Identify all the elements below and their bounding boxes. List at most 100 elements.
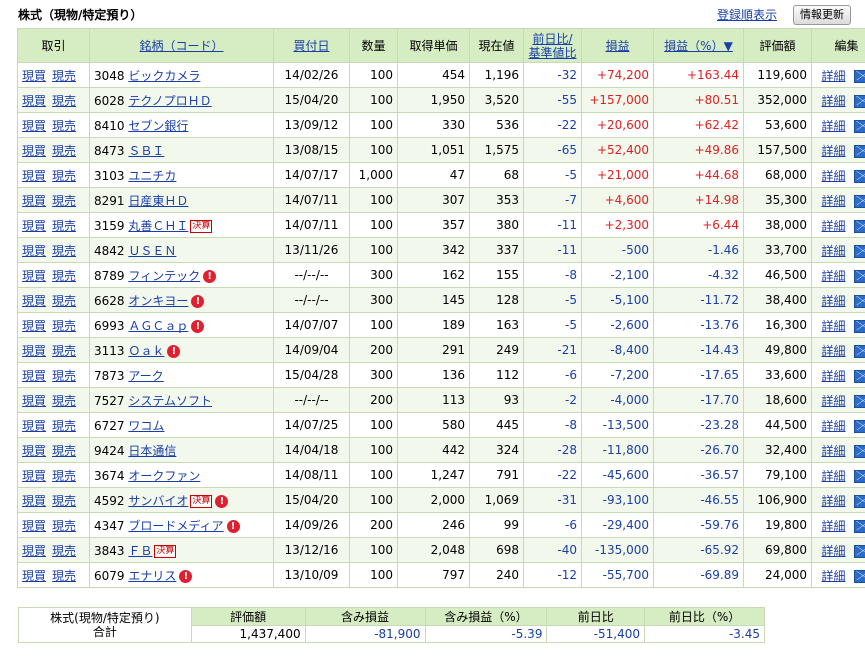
- alert-icon[interactable]: !: [191, 294, 205, 308]
- sort-order-link[interactable]: 登録順表示: [717, 6, 777, 23]
- sell-link[interactable]: 現売: [52, 244, 76, 258]
- buy-link[interactable]: 現買: [22, 294, 46, 308]
- buy-link[interactable]: 現買: [22, 369, 46, 383]
- buy-link[interactable]: 現買: [22, 69, 46, 83]
- col-change-header-line1[interactable]: 前日比/: [532, 32, 572, 46]
- stock-name-link[interactable]: フィンテック: [128, 269, 200, 283]
- alert-icon[interactable]: !: [226, 519, 240, 533]
- stock-name-link[interactable]: オンキヨー: [128, 294, 188, 308]
- buy-link[interactable]: 現買: [22, 544, 46, 558]
- detail-link[interactable]: 詳細: [821, 544, 845, 558]
- buy-link[interactable]: 現買: [22, 569, 46, 583]
- stock-name-link[interactable]: Ｏａｋ: [128, 344, 164, 358]
- col-pl-header[interactable]: 損益: [581, 28, 654, 63]
- detail-link[interactable]: 詳細: [821, 194, 845, 208]
- mail-icon[interactable]: [853, 519, 865, 533]
- sell-link[interactable]: 現売: [52, 219, 76, 233]
- detail-link[interactable]: 詳細: [821, 119, 845, 133]
- mail-icon[interactable]: [853, 419, 865, 433]
- stock-name-link[interactable]: ＳＢＩ: [128, 144, 164, 158]
- buy-link[interactable]: 現買: [22, 94, 46, 108]
- mail-icon[interactable]: [853, 69, 865, 83]
- sell-link[interactable]: 現売: [52, 194, 76, 208]
- mail-icon[interactable]: [853, 169, 865, 183]
- stock-name-link[interactable]: サンバイオ: [128, 494, 188, 508]
- mail-icon[interactable]: [853, 219, 865, 233]
- stock-name-link[interactable]: ブロードメディア: [128, 519, 223, 533]
- buy-link[interactable]: 現買: [22, 269, 46, 283]
- sell-link[interactable]: 現売: [52, 544, 76, 558]
- stock-name-link[interactable]: ＦＢ: [128, 544, 152, 558]
- buy-link[interactable]: 現買: [22, 144, 46, 158]
- stock-name-link[interactable]: ワコム: [128, 419, 164, 433]
- mail-icon[interactable]: [853, 119, 865, 133]
- mail-icon[interactable]: [853, 194, 865, 208]
- col-change-header-line2[interactable]: 基準値比: [528, 46, 576, 60]
- sell-link[interactable]: 現売: [52, 469, 76, 483]
- detail-link[interactable]: 詳細: [821, 69, 845, 83]
- stock-name-link[interactable]: ＵＳＥＮ: [128, 244, 176, 258]
- stock-name-link[interactable]: システムソフト: [128, 394, 212, 408]
- mail-icon[interactable]: [853, 94, 865, 108]
- detail-link[interactable]: 詳細: [821, 419, 845, 433]
- sell-link[interactable]: 現売: [52, 269, 76, 283]
- stock-name-link[interactable]: アーク: [128, 369, 163, 383]
- buy-link[interactable]: 現買: [22, 244, 46, 258]
- detail-link[interactable]: 詳細: [821, 569, 845, 583]
- col-name-header[interactable]: 銘柄（コード）: [89, 28, 274, 63]
- earnings-badge[interactable]: 決算: [190, 494, 213, 508]
- buy-link[interactable]: 現買: [22, 394, 46, 408]
- detail-link[interactable]: 詳細: [821, 519, 845, 533]
- sell-link[interactable]: 現売: [52, 419, 76, 433]
- detail-link[interactable]: 詳細: [821, 144, 845, 158]
- mail-icon[interactable]: [853, 469, 865, 483]
- alert-icon[interactable]: !: [167, 344, 181, 358]
- buy-link[interactable]: 現買: [22, 169, 46, 183]
- detail-link[interactable]: 詳細: [821, 444, 845, 458]
- detail-link[interactable]: 詳細: [821, 394, 845, 408]
- sell-link[interactable]: 現売: [52, 369, 76, 383]
- stock-name-link[interactable]: セブン銀行: [128, 119, 188, 133]
- sell-link[interactable]: 現売: [52, 294, 76, 308]
- refresh-button[interactable]: 情報更新: [793, 5, 851, 25]
- buy-link[interactable]: 現買: [22, 519, 46, 533]
- stock-name-link[interactable]: オークファン: [128, 469, 200, 483]
- sell-link[interactable]: 現売: [52, 94, 76, 108]
- mail-icon[interactable]: [853, 244, 865, 258]
- buy-link[interactable]: 現買: [22, 194, 46, 208]
- sell-link[interactable]: 現売: [52, 494, 76, 508]
- stock-name-link[interactable]: 日本通信: [128, 444, 176, 458]
- sell-link[interactable]: 現売: [52, 519, 76, 533]
- sell-link[interactable]: 現売: [52, 319, 76, 333]
- buy-link[interactable]: 現買: [22, 419, 46, 433]
- buy-link[interactable]: 現買: [22, 444, 46, 458]
- detail-link[interactable]: 詳細: [821, 269, 845, 283]
- detail-link[interactable]: 詳細: [821, 169, 845, 183]
- sell-link[interactable]: 現売: [52, 394, 76, 408]
- alert-icon[interactable]: !: [191, 319, 205, 333]
- detail-link[interactable]: 詳細: [821, 94, 845, 108]
- sell-link[interactable]: 現売: [52, 144, 76, 158]
- detail-link[interactable]: 詳細: [821, 219, 845, 233]
- mail-icon[interactable]: [853, 144, 865, 158]
- mail-icon[interactable]: [853, 269, 865, 283]
- earnings-badge[interactable]: 決算: [154, 544, 177, 558]
- alert-icon[interactable]: !: [203, 269, 217, 283]
- sell-link[interactable]: 現売: [52, 169, 76, 183]
- buy-link[interactable]: 現買: [22, 344, 46, 358]
- detail-link[interactable]: 詳細: [821, 494, 845, 508]
- alert-icon[interactable]: !: [215, 494, 229, 508]
- sell-link[interactable]: 現売: [52, 344, 76, 358]
- alert-icon[interactable]: !: [179, 569, 193, 583]
- detail-link[interactable]: 詳細: [821, 469, 845, 483]
- mail-icon[interactable]: [853, 444, 865, 458]
- stock-name-link[interactable]: 日産東ＨＤ: [128, 194, 188, 208]
- buy-link[interactable]: 現買: [22, 494, 46, 508]
- stock-name-link[interactable]: 丸善ＣＨＩ: [128, 219, 188, 233]
- detail-link[interactable]: 詳細: [821, 294, 845, 308]
- mail-icon[interactable]: [853, 369, 865, 383]
- mail-icon[interactable]: [853, 544, 865, 558]
- col-date-header[interactable]: 買付日: [273, 28, 350, 63]
- mail-icon[interactable]: [853, 344, 865, 358]
- buy-link[interactable]: 現買: [22, 119, 46, 133]
